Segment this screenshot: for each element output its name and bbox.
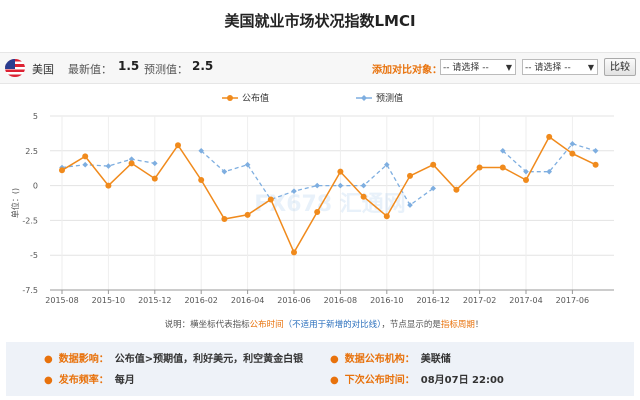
x-tick-label: 2016-12	[416, 296, 449, 305]
bullet-icon: ●	[44, 354, 53, 365]
x-tick-label: 2015-08	[45, 296, 78, 305]
forecast-point	[152, 160, 158, 167]
country-name: 美国	[32, 63, 54, 76]
actual-point	[546, 133, 553, 140]
info-bar: 美国 最新值： 1.5 预测值： 2.5 添加对比对象： -- 请选择 -- ▼ …	[0, 52, 640, 84]
x-tick-label: 2016-08	[324, 296, 357, 305]
legend-label: 预测值	[376, 92, 403, 104]
agency-label: 数据公布机构：	[344, 354, 415, 365]
note-end: ！	[475, 320, 484, 330]
next-release-row: ● 下次公布时间： 08月07日 22:00	[330, 371, 504, 386]
actual-point	[82, 153, 89, 160]
y-tick-label: -5	[30, 251, 38, 260]
forecast-label: 预测值：	[144, 63, 188, 76]
x-tick-label: 2016-04	[231, 296, 264, 305]
compare-button[interactable]: 比较	[604, 58, 636, 76]
next-release-value: 08月07日 22:00	[420, 375, 504, 386]
actual-point	[267, 196, 274, 203]
latest-value: 1.5	[118, 59, 140, 73]
y-axis-title: 单位：()	[10, 188, 20, 218]
x-tick-label: 2015-12	[138, 296, 171, 305]
impact-row: ● 数据影响： 公布值>预期值，利好美元，利空黄金白银	[44, 350, 303, 365]
frequency-row: ● 发布频率： 每月	[44, 371, 135, 386]
forecast-point	[360, 182, 367, 189]
x-tick-label: 2016-06	[277, 296, 310, 305]
actual-point	[105, 182, 112, 189]
actual-point	[430, 161, 437, 168]
agency-value: 美联储	[420, 354, 451, 365]
x-tick-label: 2015-10	[92, 296, 125, 305]
actual-point	[592, 161, 599, 168]
agency-row: ● 数据公布机构： 美联储	[330, 350, 451, 365]
forecast-point	[592, 148, 599, 154]
y-tick-label: 5	[33, 112, 38, 121]
actual-point	[291, 249, 297, 256]
y-tick-label: 0	[33, 182, 38, 191]
chevron-down-icon: ▼	[505, 63, 512, 72]
compare-select-2-value: -- 请选择 --	[525, 63, 571, 73]
forecast-value: 2.5	[192, 59, 214, 73]
x-tick-label: 2016-10	[370, 296, 403, 305]
forecast-point	[82, 161, 88, 168]
x-tick-label: 2017-06	[556, 296, 589, 305]
chart-legend: 公布值 预测值	[222, 92, 403, 104]
y-tick-label: 2.5	[25, 147, 38, 156]
actual-point	[198, 177, 205, 184]
compare-select-1-value: -- 请选择 --	[443, 63, 489, 73]
page-title: 美国就业市场状况指数LMCI	[224, 12, 416, 30]
actual-point	[221, 216, 228, 223]
compare-select-1[interactable]: -- 请选择 -- ▼	[440, 59, 516, 75]
chart-note: 说明：横坐标代表指标公布时间（不适用于新增的对比线），节点显示的是指标周期！	[165, 319, 484, 330]
actual-point	[476, 164, 483, 171]
bullet-icon: ●	[330, 354, 339, 365]
actual-point	[59, 167, 65, 174]
impact-value: 公布值>预期值，利好美元，利空黄金白银	[114, 354, 304, 365]
forecast-point	[105, 163, 112, 169]
actual-point	[314, 209, 321, 216]
compare-label: 添加对比对象：	[372, 65, 442, 76]
frequency-label: 发布频率：	[58, 375, 109, 386]
actual-point	[383, 213, 390, 220]
legend-marker	[227, 95, 233, 101]
actual-point	[175, 142, 181, 149]
y-tick-label: -7.5	[22, 286, 38, 295]
note-prefix: 说明：横坐标代表指标	[165, 319, 251, 330]
x-tick-label: 2017-02	[463, 296, 496, 305]
actual-point	[151, 175, 158, 182]
x-tick-label: 2017-04	[509, 296, 542, 305]
note-highlight-2: 指标周期	[441, 319, 475, 330]
legend-label: 公布值	[242, 92, 269, 104]
actual-point	[244, 211, 251, 218]
bullet-icon: ●	[44, 375, 53, 386]
next-release-label: 下次公布时间：	[344, 375, 415, 386]
actual-point	[128, 160, 135, 167]
actual-point	[360, 193, 367, 200]
actual-point	[523, 177, 529, 184]
impact-label: 数据影响：	[58, 354, 109, 365]
note-highlight-1: 公布时间	[250, 319, 284, 330]
latest-label: 最新值：	[68, 63, 112, 76]
forecast-point	[337, 182, 344, 189]
x-tick-label: 2016-02	[184, 296, 217, 305]
actual-point	[499, 164, 506, 171]
forecast-point	[314, 182, 320, 189]
lmci-chart: 5 2.5 0 -2.5 -5 -7.5 2015-08 2015-10 2015-12 2016…	[10, 92, 614, 330]
actual-point	[453, 186, 460, 193]
forecast-point	[407, 202, 413, 208]
legend-marker	[361, 95, 367, 101]
note-mid: （不适用于新增的对比线）	[284, 319, 382, 330]
actual-point	[569, 150, 576, 157]
us-flag-icon	[5, 59, 25, 77]
y-tick-label: -2.5	[22, 216, 38, 225]
frequency-value: 每月	[114, 375, 135, 386]
info-footer: ● 数据影响： 公布值>预期值，利好美元，利空黄金白银 ● 数据公布机构： 美联储 ● 发…	[6, 342, 634, 396]
compare-select-2[interactable]: -- 请选择 -- ▼	[522, 59, 598, 75]
chevron-down-icon: ▼	[587, 63, 594, 72]
actual-point	[337, 168, 344, 175]
actual-point	[407, 172, 413, 179]
bullet-icon: ●	[330, 375, 339, 386]
note-suffix: ，节点显示的是	[381, 319, 441, 330]
